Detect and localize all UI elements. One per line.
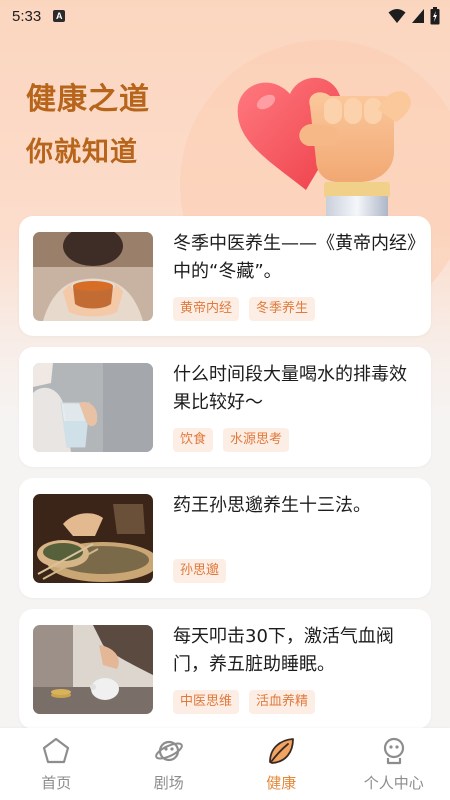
tag[interactable]: 中医思维: [173, 690, 240, 714]
bottom-tab-bar: 首页 剧场 健康 个人中心: [0, 728, 450, 800]
water-glass-image: [33, 363, 153, 452]
profile-icon: [383, 737, 404, 765]
hero-title: 健康之道: [26, 82, 150, 117]
tab-profile[interactable]: 个人中心: [338, 728, 450, 800]
status-icons: [388, 7, 440, 25]
article-card[interactable]: 什么时间段大量喝水的排毒效果比较好～ 饮食 水源思考: [19, 347, 431, 467]
article-title: 药王孙思邈养生十三法。: [173, 495, 371, 516]
article-card[interactable]: 冬季中医养生——《黄帝内经》中的“冬藏”。 黄帝内经 冬季养生: [19, 216, 431, 336]
hero-subtitle: 你就知道: [26, 137, 138, 168]
herbs-image: [33, 494, 153, 583]
tag-list: 黄帝内经 冬季养生: [173, 297, 316, 321]
article-title: 冬季中医养生——《黄帝内经》中的“冬藏”。: [173, 233, 416, 282]
tag[interactable]: 水源思考: [223, 428, 290, 452]
leaf-icon: [269, 738, 295, 764]
tag[interactable]: 黄帝内经: [173, 297, 240, 321]
tag[interactable]: 冬季养生: [249, 297, 316, 321]
article-title: 什么时间段大量喝水的排毒效果比较好～: [173, 364, 407, 413]
tab-label: 首页: [41, 774, 72, 792]
a-icon: A: [53, 10, 66, 22]
status-time: 5:33: [12, 7, 42, 25]
tab-label: 健康: [266, 774, 297, 792]
tab-label: 剧场: [153, 774, 184, 792]
tag-list: 孙思邈: [173, 559, 227, 583]
article-title: 每天叩击30下，激活气血阀门，养五脏助睡眠。: [173, 626, 394, 675]
home-icon: [43, 737, 70, 764]
piggy-bank-image: [33, 625, 153, 714]
tab-theater[interactable]: 剧场: [113, 728, 226, 800]
tag-list: 饮食 水源思考: [173, 428, 290, 452]
battery-icon: [430, 7, 440, 25]
tab-health[interactable]: 健康: [225, 728, 338, 800]
tab-label: 个人中心: [363, 774, 424, 792]
planet-icon: [154, 740, 183, 762]
tag[interactable]: 活血养精: [249, 690, 316, 714]
tea-cup-image: [33, 232, 153, 321]
article-card[interactable]: 药王孙思邈养生十三法。 孙思邈: [19, 478, 431, 598]
article-card[interactable]: 每天叩击30下，激活气血阀门，养五脏助睡眠。 中医思维 活血养精: [19, 609, 431, 729]
heart-hand-icon: [237, 77, 411, 226]
tag[interactable]: 饮食: [173, 428, 214, 452]
cell-signal-icon: [412, 9, 424, 23]
tag-list: 中医思维 活血养精: [173, 690, 316, 714]
tag[interactable]: 孙思邈: [173, 559, 227, 583]
tab-home[interactable]: 首页: [0, 728, 113, 800]
status-bar: 5:33 A: [0, 0, 450, 32]
wifi-icon: [388, 9, 406, 23]
